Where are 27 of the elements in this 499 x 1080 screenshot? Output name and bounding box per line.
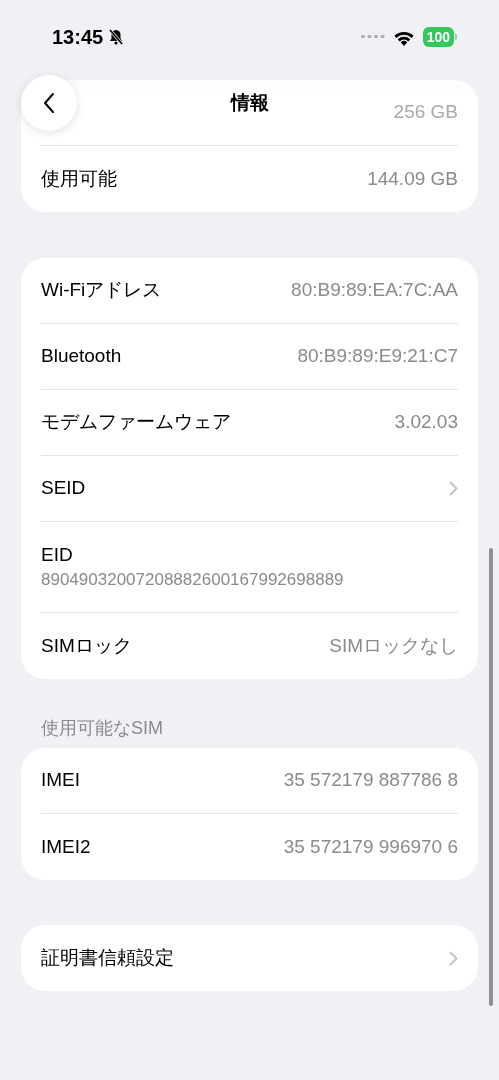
chevron-icon <box>449 481 458 496</box>
status-time: 13:45 <box>52 25 104 50</box>
back-chevron-icon <box>42 92 56 114</box>
row-value: 89049032007208882600167992698889 <box>41 569 344 591</box>
row-value: 35 572179 996970 6 <box>283 834 458 859</box>
settings-row[interactable]: SEID <box>41 456 458 522</box>
row-label: 使用可能 <box>41 166 117 191</box>
nav-title: 情報 <box>230 90 269 115</box>
row-value: 144.09 GB <box>367 166 458 191</box>
row-value: 80:B9:89:EA:7C:AA <box>291 278 458 303</box>
no-signal-icon <box>360 35 385 39</box>
row-value: 3.02.03 <box>394 410 458 435</box>
row-value: 80:B9:89:E9:21:C7 <box>297 344 458 369</box>
row-value: 35 572179 887786 8 <box>283 768 458 793</box>
row-value: SIMロックなし <box>329 633 458 658</box>
battery-level: 100 <box>422 27 454 47</box>
section-header: 使用可能なSIM <box>40 717 164 739</box>
chevron-icon <box>449 950 458 966</box>
row-label: Wi-Fiアドレス <box>41 278 162 303</box>
row-label: SIMロック <box>41 633 132 658</box>
row-value: 256 GB <box>393 100 458 125</box>
row-label: モデムファームウェア <box>41 410 231 435</box>
row-label: Bluetooth <box>41 344 122 369</box>
settings-row[interactable]: 証明書信頼設定 <box>41 925 458 991</box>
row-label: EID <box>41 543 73 567</box>
row-label: IMEI <box>41 768 81 793</box>
row-label: IMEI2 <box>41 834 91 859</box>
